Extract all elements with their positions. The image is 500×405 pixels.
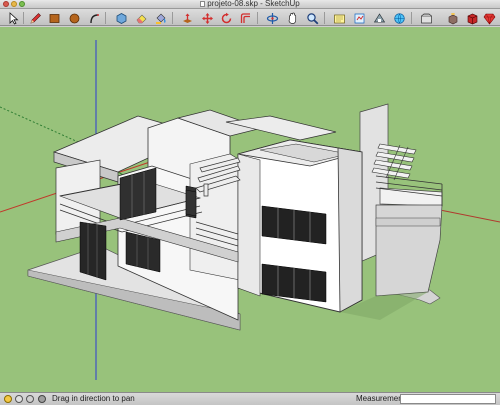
move-tool-button[interactable] — [200, 11, 214, 25]
orbit-icon — [266, 12, 278, 24]
pencil-icon — [30, 12, 41, 23]
user-icon[interactable] — [26, 395, 34, 403]
share-model-tool-button[interactable] — [419, 11, 433, 25]
make-component-tool-button[interactable] — [114, 11, 128, 25]
paint-bucket-icon — [155, 13, 165, 24]
orbit-tool-button[interactable] — [265, 11, 279, 25]
circle-tool-button[interactable] — [67, 11, 81, 25]
pan-tool-button[interactable] — [285, 11, 299, 25]
previous-view-icon — [354, 13, 364, 23]
push-pull-tool-button[interactable] — [180, 11, 194, 25]
component-icon — [116, 12, 126, 24]
zoom-icon — [306, 12, 318, 24]
offset-icon — [240, 12, 250, 23]
window-title: projeto-08.skp - SketchUp — [0, 0, 500, 9]
zoom-extents-icon — [333, 14, 345, 23]
help-icon[interactable] — [38, 395, 46, 403]
status-hint: Drag in direction to pan — [52, 394, 135, 403]
rectangle-tool-button[interactable] — [47, 11, 61, 25]
measurements-field[interactable] — [400, 394, 496, 404]
select-tool-button[interactable] — [6, 11, 20, 25]
sketchup-window: projeto-08.skp - SketchUp Drag in direct… — [0, 0, 500, 405]
house-model-scene — [0, 27, 500, 392]
arrow-cursor-icon — [9, 11, 19, 25]
extension-warehouse-tool-button[interactable] — [465, 11, 479, 25]
pencil-tool-button[interactable] — [28, 11, 42, 25]
zoom-extents-tool-button[interactable] — [332, 11, 346, 25]
credits-icon[interactable] — [15, 395, 23, 403]
get-models-tool-button[interactable] — [392, 11, 406, 25]
next-view-icon — [373, 12, 385, 22]
window-title-text: projeto-08.skp - SketchUp — [207, 0, 300, 8]
document-icon — [200, 0, 206, 7]
circle-icon — [69, 13, 79, 23]
push-pull-icon — [182, 13, 192, 23]
next-view-tool-button[interactable] — [372, 11, 386, 25]
ruby-icon — [483, 13, 495, 24]
ruby-console-tool-button[interactable] — [482, 11, 496, 25]
arc-icon — [89, 13, 99, 23]
extension-icon — [467, 13, 477, 24]
rotate-tool-button[interactable] — [219, 11, 233, 25]
move-icon — [201, 12, 213, 24]
paint-bucket-tool-button[interactable] — [153, 11, 167, 25]
title-bar: projeto-08.skp - SketchUp — [0, 0, 500, 9]
share-component-tool-button[interactable] — [446, 11, 460, 25]
zoom-tool-button[interactable] — [305, 11, 319, 25]
share-component-icon — [448, 12, 457, 24]
status-bar: Drag in direction to pan Measurements — [0, 392, 500, 405]
eraser-icon — [136, 14, 146, 23]
ground-window-left — [79, 221, 107, 281]
arc-tool-button[interactable] — [87, 11, 101, 25]
geo-location-icon[interactable] — [4, 395, 12, 403]
offset-tool-button[interactable] — [238, 11, 252, 25]
model-viewport[interactable] — [0, 27, 500, 392]
get-models-icon — [393, 12, 405, 24]
rectangle-icon — [49, 13, 59, 23]
main-toolbar — [0, 9, 500, 26]
eraser-tool-button[interactable] — [134, 11, 148, 25]
pan-hand-icon — [288, 12, 296, 24]
share-model-icon — [420, 13, 432, 23]
rotate-icon — [221, 12, 231, 23]
previous-view-tool-button[interactable] — [352, 11, 366, 25]
